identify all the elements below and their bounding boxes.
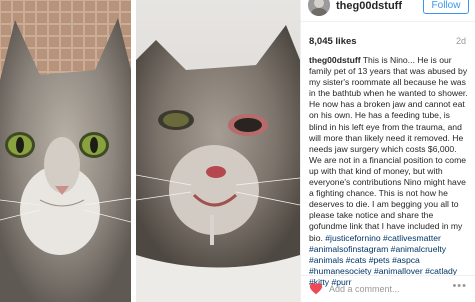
likes-count[interactable]: 8,045 likes [309, 36, 357, 47]
cat-photo-before [0, 0, 131, 302]
caption-text: This is Nino... He is our family pet of … [309, 55, 468, 243]
post-header: theg00dstuff Follow [301, 0, 475, 22]
post-photo[interactable] [0, 0, 300, 302]
more-options-icon[interactable]: ••• [452, 280, 467, 292]
heart-icon[interactable] [309, 282, 323, 295]
post-age[interactable]: 2d [456, 36, 466, 46]
username[interactable]: theg00dstuff [336, 0, 402, 12]
follow-button[interactable]: Follow [423, 0, 469, 14]
comment-input[interactable] [329, 281, 449, 297]
cat-photo-injured [136, 0, 300, 302]
post-caption: theg00dstuff This is Nino... He is our f… [309, 55, 469, 288]
caption-username[interactable]: theg00dstuff [309, 55, 361, 65]
comment-bar: ••• [301, 275, 475, 302]
post-panel: theg00dstuff Follow 8,045 likes 2d theg0… [300, 0, 475, 302]
avatar[interactable] [308, 0, 330, 16]
